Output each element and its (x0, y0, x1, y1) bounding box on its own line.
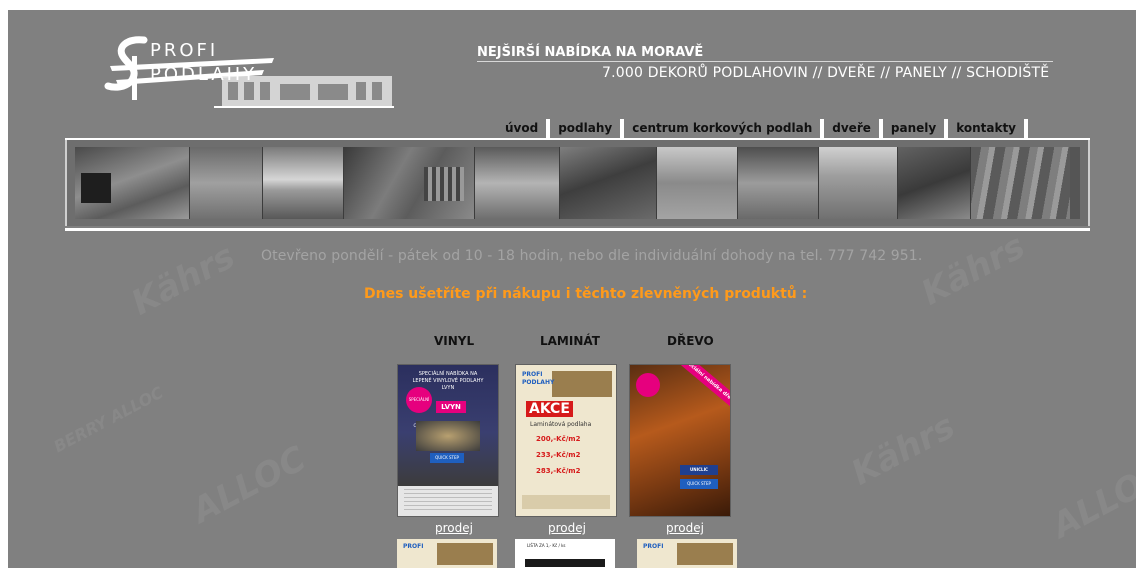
laminat-prodej-link[interactable]: prodej (548, 521, 586, 535)
poster-badge: SPECIÁLNÍ CENA (406, 387, 432, 428)
category-vinyl-label: VINYL (434, 334, 475, 348)
poster-brand: LVYN (436, 401, 466, 413)
vinyl-prodej-link[interactable]: prodej (435, 521, 473, 535)
category-laminat-label: LAMINÁT (540, 334, 600, 348)
logo-text-podlahy: PODLAHY (150, 64, 258, 85)
offer-thumbnail[interactable]: LIŠTA ZA 1,- Kč / ks (515, 539, 615, 568)
poster-footer (404, 489, 492, 511)
nav-uvod[interactable]: úvod (497, 118, 546, 138)
watermark: Kährs (845, 406, 962, 494)
interior-photo (560, 147, 657, 219)
strip-underline (65, 228, 1090, 231)
profi-podlahy-logo[interactable]: PROFI PODLAHY (104, 36, 394, 116)
interior-photo (971, 147, 1070, 219)
interior-photo (263, 147, 344, 219)
logo-text-profi: PROFI (150, 40, 219, 61)
interior-photo (190, 147, 263, 219)
category-drevo-label: DŘEVO (667, 334, 714, 348)
nav-separator (1024, 118, 1029, 138)
interior-photo (344, 147, 475, 219)
header-tagline: NEJŠIRŠÍ NABÍDKA NA MORAVĚ (477, 45, 704, 60)
promo-heading: Dnes ušetříte při nákupu i těchto zlevně… (364, 286, 808, 302)
watermark: BERRY ALLOC (50, 382, 167, 457)
tagline-underline (477, 61, 1053, 62)
interior-photo (738, 147, 819, 219)
offer-thumbnail[interactable]: PROFI (397, 539, 497, 568)
laminate-offer-poster[interactable]: PROFI PODLAHY AKCE Laminátová podlaha 20… (516, 365, 616, 516)
drevo-prodej-link[interactable]: prodej (666, 521, 704, 535)
watermark: Kährs (915, 226, 1032, 314)
thumb-building (437, 543, 493, 565)
poster-building (552, 371, 612, 397)
poster-badge (636, 373, 660, 397)
poster-ribbon: Speciální nabídka dřevěné podlahy (679, 365, 730, 425)
nav-centrum-korkovych-podlah[interactable]: centrum korkových podlah (624, 118, 820, 138)
poster-footer (522, 495, 610, 509)
nav-podlahy[interactable]: podlahy (550, 118, 620, 138)
watermark: ALLOC (185, 438, 313, 532)
watermark: ALLOC (1045, 453, 1136, 547)
poster-price-1: 200,-Kč/m2 (536, 435, 581, 443)
wood-offer-poster[interactable]: Speciální nabídka dřevěné podlahy UNICLI… (630, 365, 730, 516)
header-subtitle: 7.000 DEKORŮ PODLAHOVIN // DVEŘE // PANE… (602, 65, 1050, 81)
interior-photo (75, 147, 190, 219)
photo-strip-frame (75, 147, 1080, 219)
interior-photo (898, 147, 971, 219)
main-nav: úvod podlahy centrum korkových podlah dv… (497, 118, 1029, 138)
page: Kährs ALLOC Kährs ALLOC BERRY ALLOC Kähr… (8, 10, 1136, 568)
thumb-brand: PROFI (403, 543, 424, 550)
interior-photo (475, 147, 560, 219)
header-photo-strip (65, 140, 1090, 226)
thumb-text: LIŠTA ZA 1,- Kč / ks (527, 543, 566, 548)
interior-photo (819, 147, 898, 219)
nav-dvere[interactable]: dveře (824, 118, 879, 138)
poster-logo-1: UNICLIC (680, 465, 718, 475)
poster-price-3: 283,-Kč/m2 (536, 467, 581, 475)
poster-price-2: 233,-Kč/m2 (536, 451, 581, 459)
poster-subtitle: Laminátová podlaha (530, 421, 592, 428)
vinyl-offer-poster[interactable]: SPECIÁLNÍ NABÍDKA NA LEPENÉ VINYLOVÉ POD… (398, 365, 498, 516)
poster-logo: QUICK STEP (430, 453, 464, 463)
nav-panely[interactable]: panely (883, 118, 944, 138)
offer-thumbnail[interactable]: PROFI (637, 539, 737, 568)
thumb-bar (525, 559, 605, 567)
poster-akce: AKCE (526, 401, 573, 417)
thumb-brand: PROFI (643, 543, 664, 550)
poster-logo-2: QUICK STEP (680, 479, 718, 489)
poster-brand-2: PODLAHY (522, 379, 555, 386)
interior-photo (657, 147, 738, 219)
nav-kontakty[interactable]: kontakty (948, 118, 1024, 138)
poster-photo (416, 421, 480, 451)
poster-brand-1: PROFI (522, 371, 543, 378)
watermark: Kährs (125, 236, 242, 324)
opening-hours-text: Otevřeno pondělí - pátek od 10 - 18 hodi… (261, 248, 923, 264)
thumb-building (677, 543, 733, 565)
